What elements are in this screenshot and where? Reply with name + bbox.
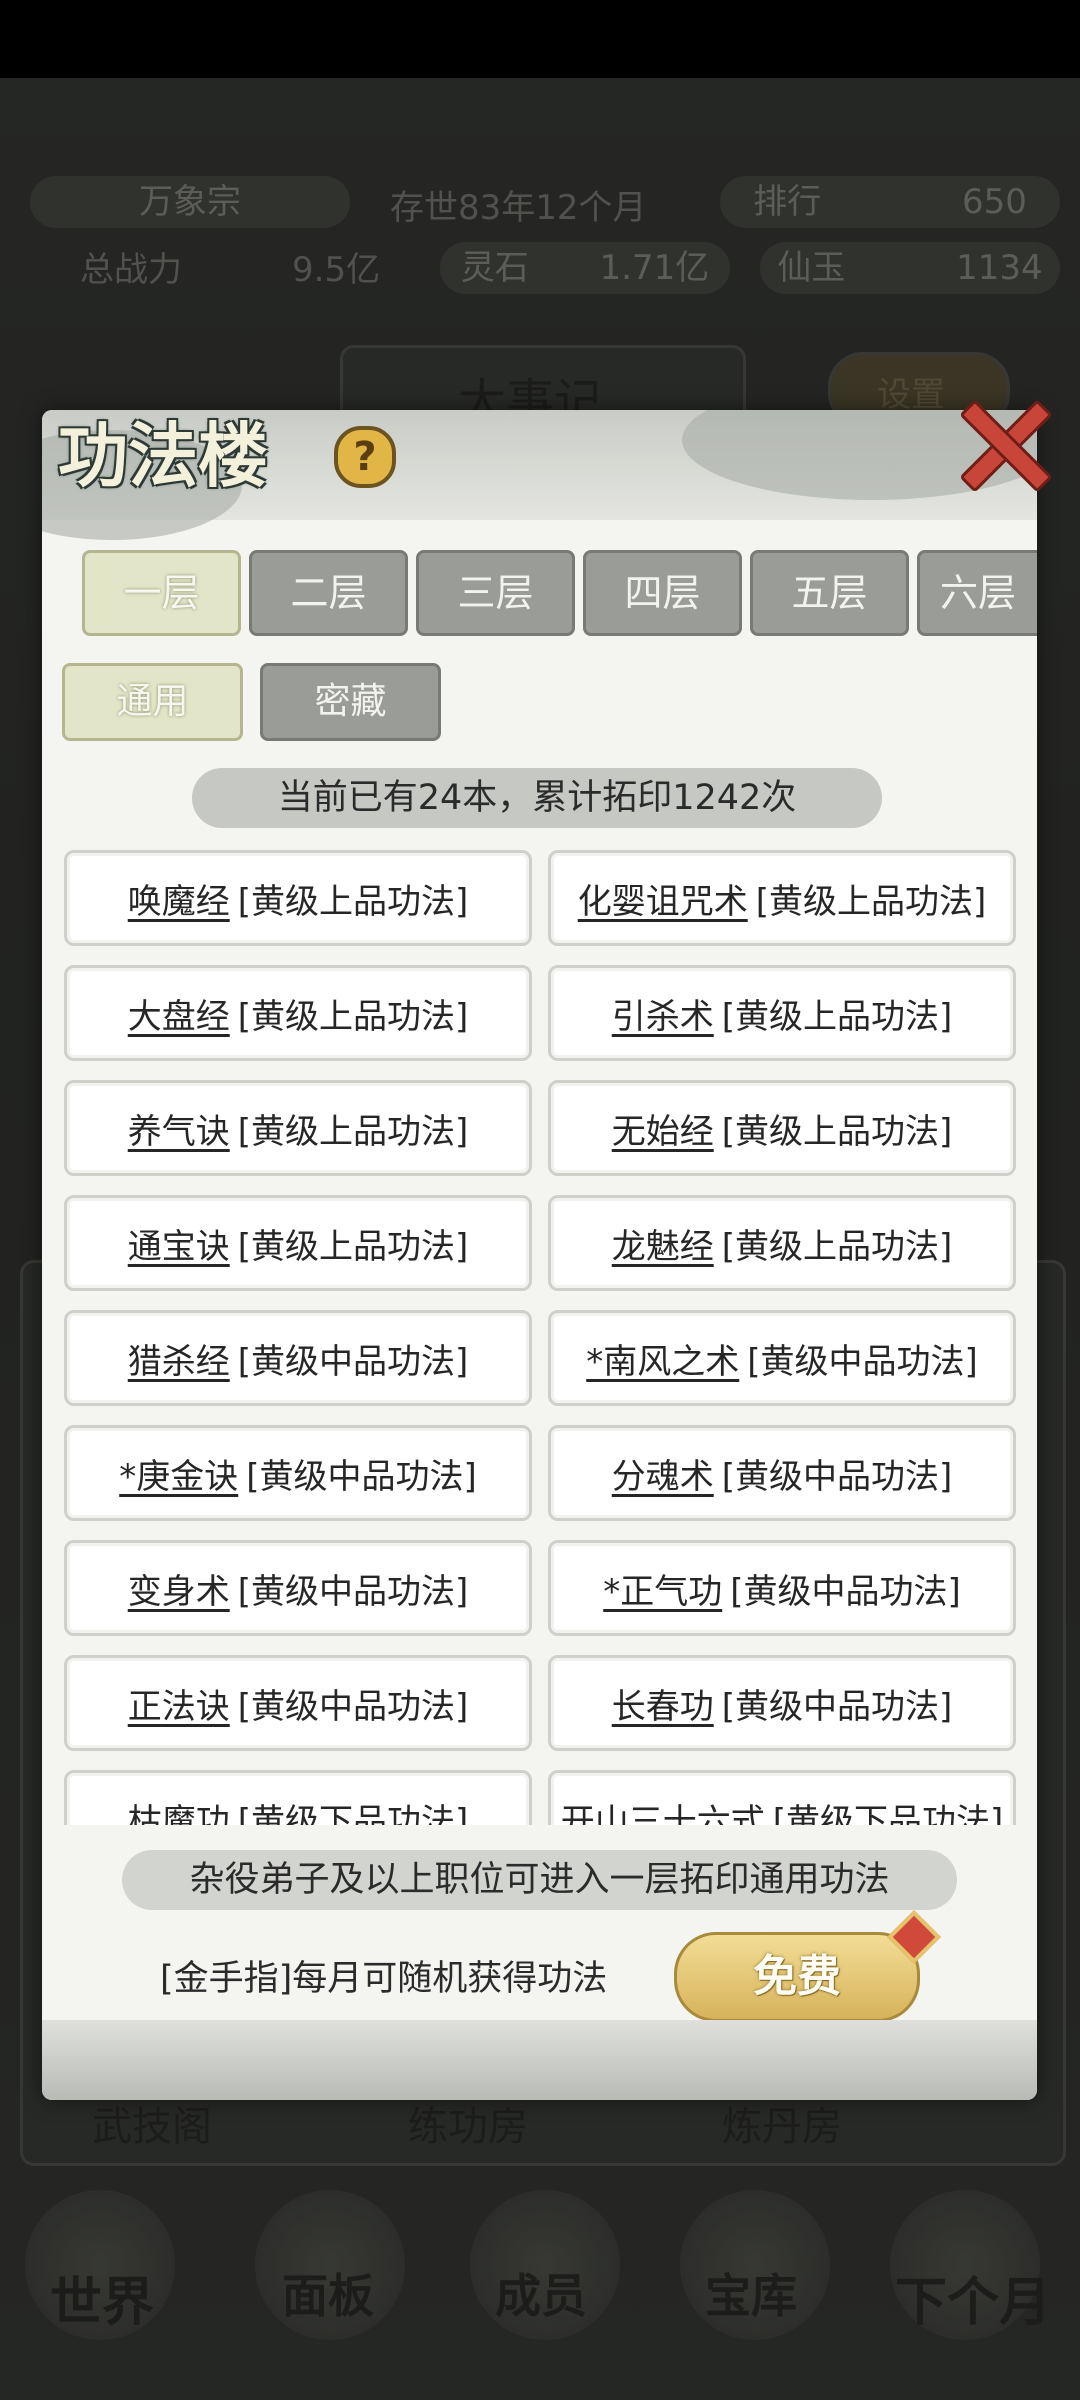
technique-grade: [黄级上品功法]: [237, 881, 469, 922]
technique-grade: [黄级中品功法]: [721, 1456, 953, 1497]
technique-item[interactable]: 大盘经 [黄级上品功法]: [64, 965, 532, 1061]
technique-name[interactable]: 猎杀经: [128, 1334, 230, 1383]
tab-secret[interactable]: 密藏: [260, 663, 441, 741]
free-button[interactable]: 免费: [674, 1932, 920, 2022]
technique-list[interactable]: 唤魔经 [黄级上品功法] 化婴诅咒术 [黄级上品功法] 大盘经 [黄级上品功法] 引杀…: [64, 850, 1024, 1825]
technique-item[interactable]: 化婴诅咒术 [黄级上品功法]: [548, 850, 1016, 946]
technique-name[interactable]: 无始经: [612, 1104, 714, 1153]
technique-item[interactable]: 养气诀 [黄级上品功法]: [64, 1080, 532, 1176]
technique-name[interactable]: 养气诀: [128, 1104, 230, 1153]
technique-name[interactable]: *庚金诀: [119, 1449, 238, 1498]
technique-grade: [黄级中品功法]: [747, 1341, 978, 1382]
technique-name[interactable]: *南风之术: [586, 1334, 739, 1383]
technique-item[interactable]: 开山三十六式 [黄级下品功法]: [548, 1770, 1016, 1825]
close-icon[interactable]: [955, 395, 1053, 493]
technique-name[interactable]: 唤魔经: [128, 874, 230, 923]
technique-grade: [黄级下品功法]: [237, 1801, 469, 1826]
technique-item[interactable]: 唤魔经 [黄级上品功法]: [64, 850, 532, 946]
technique-name[interactable]: 枯魔功: [128, 1794, 230, 1826]
technique-grade: [黄级上品功法]: [237, 1111, 469, 1152]
technique-grade: [黄级中品功法]: [237, 1571, 469, 1612]
status-bar: [0, 0, 1080, 78]
technique-name[interactable]: 长春功: [612, 1679, 714, 1728]
technique-grade: [黄级下品功法]: [772, 1801, 1004, 1826]
technique-item[interactable]: *南风之术 [黄级中品功法]: [548, 1310, 1016, 1406]
question-icon[interactable]: ?: [334, 426, 396, 488]
technique-grade: [黄级中品功法]: [237, 1341, 469, 1382]
technique-name[interactable]: 引杀术: [612, 989, 714, 1038]
technique-item[interactable]: 正法诀 [黄级中品功法]: [64, 1655, 532, 1751]
technique-item[interactable]: 分魂术 [黄级中品功法]: [548, 1425, 1016, 1521]
technique-grade: [黄级中品功法]: [237, 1686, 469, 1727]
tab-common[interactable]: 通用: [62, 663, 243, 741]
access-requirement-note: 杂役弟子及以上职位可进入一层拓印通用功法: [122, 1850, 957, 1910]
dialog-title: 功法楼: [58, 414, 268, 497]
technique-grade: [黄级上品功法]: [721, 1111, 953, 1152]
technique-item[interactable]: 通宝诀 [黄级上品功法]: [64, 1195, 532, 1291]
technique-name[interactable]: 化婴诅咒术: [578, 874, 748, 923]
technique-item[interactable]: 龙魅经 [黄级上品功法]: [548, 1195, 1016, 1291]
technique-grade: [黄级上品功法]: [755, 881, 987, 922]
technique-item[interactable]: 无始经 [黄级上品功法]: [548, 1080, 1016, 1176]
technique-grade: [黄级上品功法]: [237, 996, 469, 1037]
technique-grade: [黄级中品功法]: [246, 1456, 477, 1497]
floor-tabs: 一层 二层 三层 四层 五层 六层: [62, 550, 1037, 636]
tab-floor-3[interactable]: 三层: [416, 550, 575, 636]
tab-floor-5[interactable]: 五层: [750, 550, 909, 636]
technique-hall-dialog: 一层 二层 三层 四层 五层 六层 通用 密藏 当前已有24本，累计拓印1242…: [42, 410, 1037, 2100]
golden-finger-text: [金手指]每月可随机获得功法: [160, 1959, 608, 1999]
technique-name[interactable]: 通宝诀: [128, 1219, 230, 1268]
technique-name[interactable]: 开山三十六式: [561, 1794, 765, 1826]
technique-grade: [黄级上品功法]: [721, 996, 953, 1037]
technique-name[interactable]: 正法诀: [128, 1679, 230, 1728]
technique-grade: [黄级上品功法]: [237, 1226, 469, 1267]
technique-item[interactable]: 长春功 [黄级中品功法]: [548, 1655, 1016, 1751]
tab-floor-6[interactable]: 六层: [917, 550, 1037, 636]
technique-item[interactable]: *庚金诀 [黄级中品功法]: [64, 1425, 532, 1521]
technique-grade: [黄级中品功法]: [730, 1571, 961, 1612]
dialog-bottom-decoration: [42, 2020, 1037, 2100]
tab-floor-2[interactable]: 二层: [249, 550, 408, 636]
technique-item[interactable]: 猎杀经 [黄级中品功法]: [64, 1310, 532, 1406]
technique-name[interactable]: 大盘经: [128, 989, 230, 1038]
tab-floor-4[interactable]: 四层: [583, 550, 742, 636]
technique-item[interactable]: 变身术 [黄级中品功法]: [64, 1540, 532, 1636]
technique-name[interactable]: *正气功: [603, 1564, 722, 1613]
technique-name[interactable]: 变身术: [128, 1564, 230, 1613]
technique-item[interactable]: *正气功 [黄级中品功法]: [548, 1540, 1016, 1636]
book-count-banner: 当前已有24本，累计拓印1242次: [192, 768, 882, 828]
technique-item[interactable]: 枯魔功 [黄级下品功法]: [64, 1770, 532, 1825]
tab-floor-1[interactable]: 一层: [82, 550, 241, 636]
technique-name[interactable]: 龙魅经: [612, 1219, 714, 1268]
technique-grade: [黄级中品功法]: [721, 1686, 953, 1727]
technique-name[interactable]: 分魂术: [612, 1449, 714, 1498]
technique-item[interactable]: 引杀术 [黄级上品功法]: [548, 965, 1016, 1061]
technique-grade: [黄级上品功法]: [721, 1226, 953, 1267]
